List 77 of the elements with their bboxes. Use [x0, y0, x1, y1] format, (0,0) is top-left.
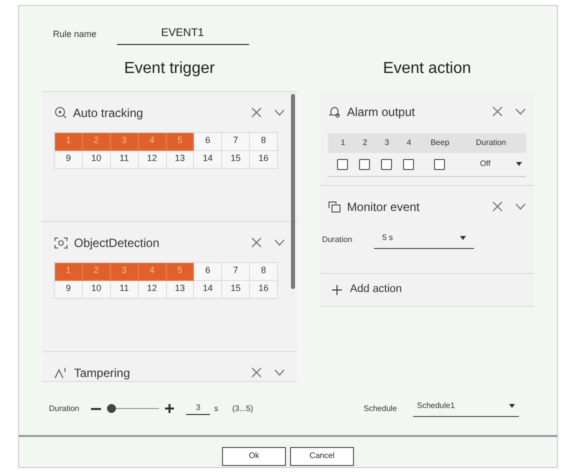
event-name: Tampering	[74, 364, 130, 382]
dialog-button[interactable]: Ok	[222, 446, 286, 466]
channel-toggle[interactable]: 13	[166, 150, 194, 168]
field-label: Rule name	[53, 28, 97, 41]
channel-toggle[interactable]: 6	[194, 132, 222, 150]
unit-label: s	[214, 402, 218, 414]
action-name: Alarm output	[346, 104, 415, 120]
chevron-down-icon[interactable]	[515, 203, 526, 210]
channel-toggle[interactable]: 8	[250, 262, 278, 280]
monitor-icon	[328, 200, 341, 212]
channel-toggle[interactable]: 12	[138, 150, 166, 168]
dropdown-arrow-icon	[460, 236, 466, 240]
column-header: 4	[406, 136, 412, 148]
close-icon[interactable]	[250, 367, 262, 378]
channel-toggle[interactable]: 14	[194, 150, 222, 168]
channel-toggle[interactable]: 9	[55, 150, 83, 168]
column-header: 3	[384, 136, 390, 148]
dialog-button[interactable]: Cancel	[290, 446, 354, 466]
field-label: Schedule	[364, 402, 397, 414]
focus-frame-icon	[54, 236, 68, 248]
section-title: Event action	[382, 58, 472, 78]
section-title: Event trigger	[123, 58, 216, 78]
channel-toggle[interactable]: 11	[110, 150, 139, 168]
checkbox[interactable]	[359, 158, 370, 170]
add-action-button[interactable]: Add action	[320, 274, 534, 306]
field-label: Duration	[322, 234, 352, 246]
tampering-icon	[54, 366, 68, 378]
channel-toggle[interactable]: 6	[194, 262, 222, 280]
duration-dropdown[interactable]: Off	[460, 158, 522, 170]
close-icon[interactable]	[492, 201, 503, 212]
rule-name-field[interactable]: EVENT1	[116, 25, 249, 44]
channel-toggle[interactable]: 15	[222, 150, 250, 168]
duration-dropdown[interactable]: 5 s	[374, 232, 474, 248]
channel-toggle[interactable]: 15	[222, 280, 250, 298]
minus-icon[interactable]	[91, 406, 102, 410]
chevron-down-icon[interactable]	[515, 108, 526, 115]
plus-icon[interactable]	[165, 404, 174, 413]
channel-toggle[interactable]: 16	[250, 150, 278, 168]
checkbox[interactable]	[403, 158, 414, 170]
plus-icon	[332, 284, 342, 294]
dropdown-arrow-icon	[509, 404, 515, 408]
chevron-down-icon[interactable]	[274, 239, 285, 246]
column-header: Duration	[474, 136, 508, 148]
checkbox[interactable]	[337, 158, 348, 170]
target-search-icon	[54, 106, 67, 119]
checkbox[interactable]	[434, 158, 446, 170]
channel-toggle[interactable]: 10	[82, 280, 111, 298]
slider-thumb[interactable]	[107, 404, 116, 413]
channel-toggle[interactable]: 7	[222, 132, 250, 150]
chevron-down-icon[interactable]	[274, 369, 285, 376]
action-name: Monitor event	[346, 198, 420, 216]
bell-icon	[328, 105, 341, 118]
scrollbar[interactable]	[290, 94, 295, 288]
channel-toggle[interactable]: 9	[55, 280, 83, 298]
channel-toggle[interactable]: 14	[194, 280, 222, 298]
dropdown-arrow-icon	[516, 162, 522, 166]
schedule-dropdown[interactable]: Schedule1	[413, 400, 519, 417]
channel-toggle[interactable]: 10	[82, 150, 111, 168]
range-label: (3...5)	[232, 402, 254, 414]
channel-toggle[interactable]: 13	[166, 280, 194, 298]
checkbox[interactable]	[381, 158, 392, 170]
column-header: 1	[340, 136, 346, 148]
close-icon[interactable]	[250, 107, 262, 118]
channel-toggle[interactable]: 11	[110, 280, 139, 298]
close-icon[interactable]	[492, 106, 503, 117]
column-header: 2	[362, 136, 368, 148]
duration-field[interactable]: 3	[186, 402, 210, 415]
channel-toggle[interactable]: 7	[222, 262, 250, 280]
channel-toggle[interactable]: 12	[138, 280, 166, 298]
channel-toggle[interactable]: 16	[250, 280, 278, 298]
event-name: ObjectDetection	[74, 234, 160, 252]
field-label: Duration	[49, 402, 80, 414]
column-header: Beep	[430, 136, 450, 148]
close-icon[interactable]	[250, 237, 262, 248]
channel-toggle[interactable]: 8	[250, 132, 278, 150]
chevron-down-icon[interactable]	[274, 109, 285, 116]
event-name: Auto tracking	[73, 104, 144, 122]
